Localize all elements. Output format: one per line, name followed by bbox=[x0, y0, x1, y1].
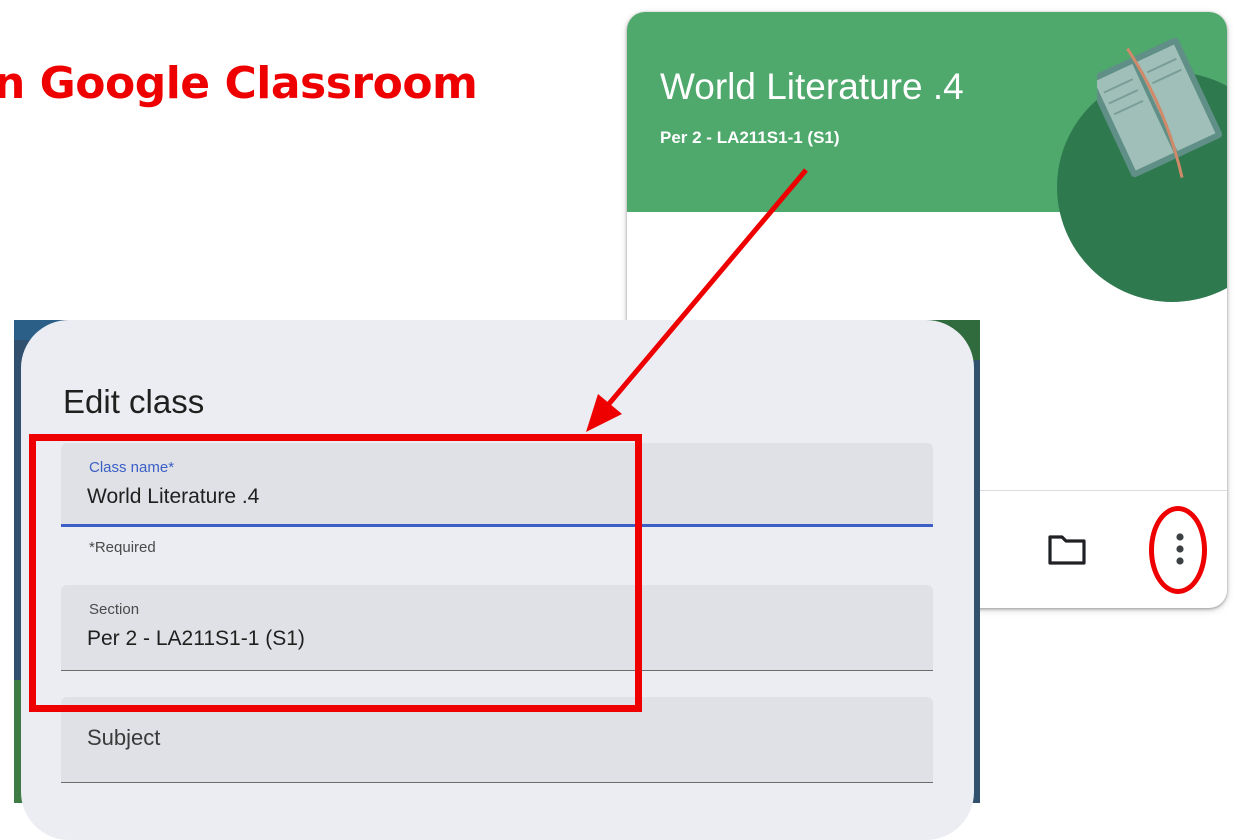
section-label: Section bbox=[89, 601, 140, 618]
dialog-title: Edit class bbox=[63, 383, 205, 420]
class-name-field[interactable]: Class name* World Literature .4 bbox=[61, 443, 933, 527]
book-illustration-icon bbox=[1097, 37, 1223, 178]
section-input[interactable]: Per 2 - LA211S1-1 (S1) bbox=[87, 627, 305, 651]
required-helper-text: *Required bbox=[89, 539, 156, 556]
page-heading: n Google Classroom bbox=[0, 58, 478, 109]
card-banner bbox=[627, 12, 1227, 302]
class-name-input[interactable]: World Literature .4 bbox=[87, 485, 259, 509]
subject-field[interactable]: Subject bbox=[61, 697, 933, 783]
class-name-label: Class name* bbox=[89, 459, 175, 476]
card-class-title[interactable]: World Literature .4 bbox=[660, 66, 964, 108]
more-vert-icon[interactable] bbox=[1168, 524, 1192, 574]
subject-input[interactable]: Subject bbox=[87, 725, 160, 751]
folder-icon[interactable] bbox=[1047, 531, 1087, 567]
card-class-section: Per 2 - LA211S1-1 (S1) bbox=[660, 128, 840, 147]
section-field[interactable]: Section Per 2 - LA211S1-1 (S1) bbox=[61, 585, 933, 671]
